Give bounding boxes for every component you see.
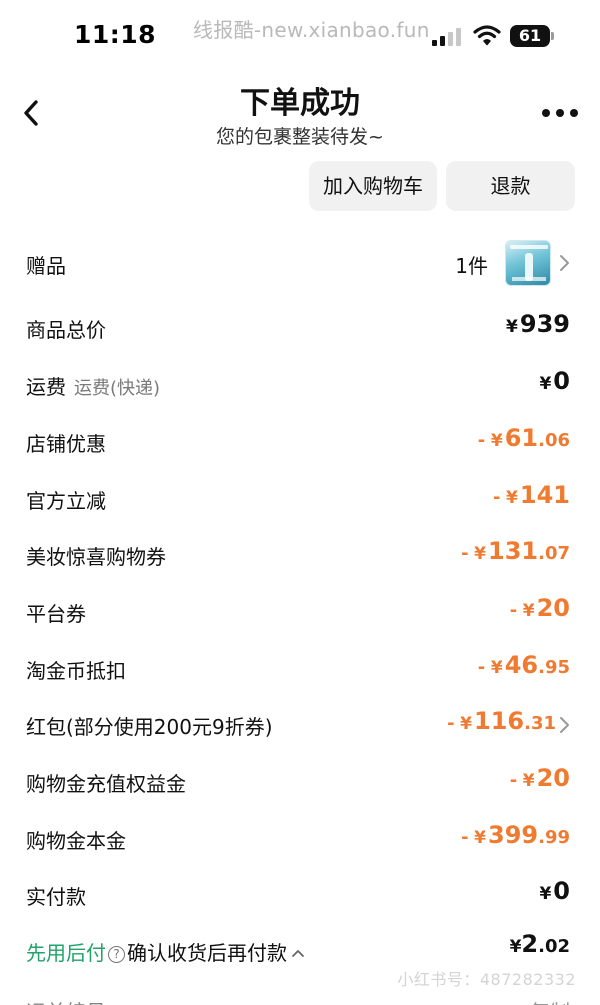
shopping-gold-bonus-label: 购物金充值权益金 (26, 772, 186, 796)
taojinbi-amount: - ¥46.95 (477, 651, 570, 679)
actual-paid-row: 实付款 ¥0 (0, 869, 600, 925)
beauty-coupon-amount: - ¥131.07 (461, 537, 570, 565)
shipping-method: 运费(快递) (74, 378, 161, 399)
copy-button[interactable]: 复制 (530, 996, 570, 1005)
gift-product-thumbnail (505, 240, 551, 286)
page-title: 下单成功 (240, 86, 360, 121)
actual-paid-label: 实付款 (26, 885, 86, 909)
official-discount-amount: - ¥141 (492, 481, 570, 509)
tracking-number-label: 运单编号 (26, 996, 106, 1005)
total-price-amount: ¥939 (506, 310, 570, 338)
shipping-row: 运费 运费(快递) ¥0 (0, 359, 600, 415)
wifi-icon (473, 25, 501, 46)
gift-label: 赠品 (26, 254, 66, 278)
add-to-cart-button[interactable]: 加入购物车 (309, 161, 437, 211)
status-time: 11:18 (74, 20, 157, 49)
page-subtitle: 您的包裹整装待发~ (216, 126, 384, 148)
chevron-up-icon[interactable] (291, 948, 305, 958)
shopping-gold-bonus-amount: - ¥20 (509, 764, 570, 792)
watermark-top: 线报酷-new.xianbao.fun (193, 18, 430, 42)
watermark-bottom: 小红书号：487282332 (397, 970, 576, 989)
more-options-icon[interactable] (542, 109, 578, 119)
official-discount-label: 官方立减 (26, 489, 106, 513)
status-bar: 11:18 线报酷-new.xianbao.fun 61 (0, 0, 600, 64)
platform-coupon-label: 平台券 (26, 602, 86, 626)
total-price-label: 商品总价 (26, 318, 106, 342)
cellular-signal-icon (432, 28, 464, 46)
shopping-gold-bonus-row: 购物金充值权益金 - ¥20 (0, 756, 600, 812)
beauty-coupon-row: 美妆惊喜购物券 - ¥131.07 (0, 529, 600, 585)
platform-coupon-row: 平台券 - ¥20 (0, 586, 600, 642)
shopping-gold-principal-amount: - ¥399.99 (461, 821, 570, 849)
chevron-right-icon (560, 255, 569, 271)
red-packet-amount: - ¥116.31 (447, 707, 556, 735)
taojinbi-label: 淘金币抵扣 (26, 659, 126, 683)
pay-later-amount: ¥2.02 (509, 930, 570, 958)
shop-discount-label: 店铺优惠 (26, 432, 106, 456)
pay-later-label: 先用后付 (26, 941, 106, 965)
refund-button[interactable]: 退款 (446, 161, 575, 211)
beauty-coupon-label: 美妆惊喜购物券 (26, 545, 166, 569)
official-discount-row: 官方立减 - ¥141 (0, 473, 600, 529)
total-price-row: 商品总价 ¥939 (0, 302, 600, 358)
actual-paid-amount: ¥0 (539, 877, 570, 905)
taojinbi-row: 淘金币抵扣 - ¥46.95 (0, 643, 600, 699)
help-icon[interactable]: ? (108, 946, 125, 963)
battery-level: 61 (518, 26, 542, 45)
chevron-right-icon (560, 717, 569, 733)
shopping-gold-principal-row: 购物金本金 - ¥399.99 (0, 813, 600, 869)
gift-row[interactable]: 赠品 1件 (0, 238, 600, 294)
shop-discount-row: 店铺优惠 - ¥61.06 (0, 416, 600, 472)
shopping-gold-principal-label: 购物金本金 (26, 829, 126, 853)
gift-count: 1件 (455, 254, 488, 278)
shipping-amount: ¥0 (539, 367, 570, 395)
shipping-label: 运费 运费(快递) (26, 375, 161, 399)
platform-coupon-amount: - ¥20 (509, 594, 570, 622)
pay-later-row[interactable]: 先用后付? 确认收货后再付款 (26, 937, 305, 966)
shop-discount-amount: - ¥61.06 (477, 424, 570, 452)
red-packet-label: 红包(部分使用200元9折券) (26, 715, 273, 739)
red-packet-row[interactable]: 红包(部分使用200元9折券) - ¥116.31 (0, 699, 600, 755)
pay-later-description: 确认收货后再付款 (127, 941, 287, 965)
battery-icon: 61 (510, 25, 554, 47)
